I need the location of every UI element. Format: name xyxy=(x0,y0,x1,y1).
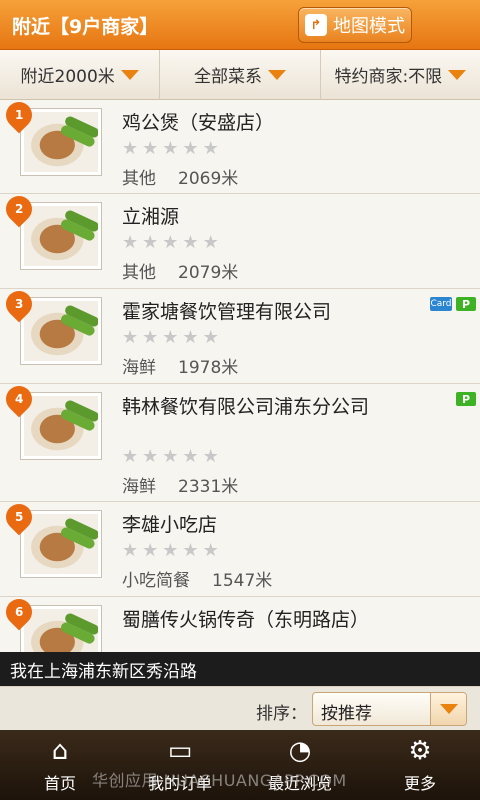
nav-more-label: 更多 xyxy=(403,774,436,793)
restaurant-thumbnail xyxy=(20,108,102,176)
badges: P xyxy=(456,392,476,406)
restaurant-meta: 小吃简餐 1547米 xyxy=(122,566,272,591)
filter-distance[interactable]: 附近2000米 xyxy=(0,50,161,99)
nav-more[interactable]: ⚙ 更多 xyxy=(360,730,480,800)
filter-cuisine[interactable]: 全部菜系 xyxy=(160,50,321,99)
restaurant-thumbnail xyxy=(20,392,102,460)
sort-select[interactable]: 按推荐 xyxy=(312,692,467,726)
map-mode-button[interactable]: ↱ 地图模式 xyxy=(298,7,412,43)
sort-value: 按推荐 xyxy=(321,704,372,724)
page-title: 附近【9户商家】 xyxy=(12,16,159,38)
filter-distance-label: 附近2000米 xyxy=(20,67,115,87)
nav-home-label: 首页 xyxy=(43,774,76,793)
map-mode-label: 地图模式 xyxy=(333,16,405,37)
chevron-down-icon[interactable] xyxy=(430,693,466,725)
parking-badge: P xyxy=(456,392,476,406)
home-icon: ⌂ xyxy=(51,736,69,766)
category-label: 其他 xyxy=(122,169,156,189)
sort-bar: 排序： 按推荐 xyxy=(0,686,480,730)
restaurant-name: 韩林餐饮有限公司浦东分公司 xyxy=(122,396,370,418)
filter-bar: 附近2000米 全部菜系 特约商家:不限 xyxy=(0,50,480,100)
distance-label: 2069米 xyxy=(178,169,239,189)
distance-label: 2079米 xyxy=(178,263,239,283)
restaurant-thumbnail xyxy=(20,202,102,270)
restaurant-name: 鸡公煲（安盛店） xyxy=(122,112,275,134)
list-item[interactable]: 2 立湘源 ★ ★ ★ ★ ★ 其他 2079米 xyxy=(0,190,480,289)
restaurant-meta: 其他 2079米 xyxy=(122,258,238,283)
category-label: 其他 xyxy=(122,263,156,283)
restaurant-name: 蜀膳传火锅传奇（东明路店） xyxy=(122,609,370,631)
filter-merchant[interactable]: 特约商家:不限 xyxy=(321,50,480,99)
restaurant-name: 霍家塘餐饮管理有限公司 xyxy=(122,301,332,323)
badges: Card P xyxy=(430,297,476,311)
restaurant-meta: 其他 2069米 xyxy=(122,164,238,189)
dropdown-arrow-icon xyxy=(267,69,286,80)
watermark: 华创应用 HUACHUANGAPP.COM xyxy=(92,771,347,790)
list-item[interactable]: 4 韩林餐饮有限公司浦东分公司 P ★ ★ ★ ★ ★ 海鲜 2331米 xyxy=(0,380,480,502)
restaurant-thumbnail xyxy=(20,510,102,578)
list-item[interactable]: 3 霍家塘餐饮管理有限公司 Card P ★ ★ ★ ★ ★ 海鲜 1978米 xyxy=(0,285,480,384)
rating-stars: ★ ★ ★ ★ ★ xyxy=(122,232,219,253)
list-item[interactable]: 6 蜀膳传火锅传奇（东明路店） xyxy=(0,593,480,652)
distance-label: 2331米 xyxy=(178,477,239,497)
card-badge: Card xyxy=(430,297,452,311)
map-icon: ↱ xyxy=(305,14,327,36)
category-label: 小吃简餐 xyxy=(122,571,190,591)
restaurant-meta: 海鲜 1978米 xyxy=(122,353,238,378)
filter-merchant-label: 特约商家:不限 xyxy=(334,67,443,87)
rating-stars: ★ ★ ★ ★ ★ xyxy=(122,540,219,561)
filter-cuisine-label: 全部菜系 xyxy=(193,67,262,87)
category-label: 海鲜 xyxy=(122,358,156,378)
rating-stars: ★ ★ ★ ★ ★ xyxy=(122,327,219,348)
rating-stars: ★ ★ ★ ★ ★ xyxy=(122,138,219,159)
rating-stars: ★ ★ ★ ★ ★ xyxy=(122,446,219,467)
history-icon: ◔ xyxy=(288,736,312,766)
restaurant-thumbnail xyxy=(20,297,102,365)
list-item[interactable]: 5 李雄小吃店 ★ ★ ★ ★ ★ 小吃简餐 1547米 xyxy=(0,498,480,597)
list-item[interactable]: 1 鸡公煲（安盛店） ★ ★ ★ ★ ★ 其他 2069米 xyxy=(0,100,480,194)
dropdown-arrow-icon xyxy=(448,69,467,80)
sort-label: 排序： xyxy=(256,704,307,724)
restaurant-meta: 海鲜 2331米 xyxy=(122,472,238,497)
restaurant-name: 李雄小吃店 xyxy=(122,514,218,536)
header-bar: 附近【9户商家】 ↱ 地图模式 xyxy=(0,0,480,50)
restaurant-list[interactable]: 1 鸡公煲（安盛店） ★ ★ ★ ★ ★ 其他 2069米 2 立湘源 ★ ★ ★ ★ ★ 其他 2… xyxy=(0,100,480,652)
distance-label: 1547米 xyxy=(212,571,273,591)
dropdown-arrow-icon xyxy=(120,69,139,80)
category-label: 海鲜 xyxy=(122,477,156,497)
gears-icon: ⚙ xyxy=(408,736,432,766)
restaurant-name: 立湘源 xyxy=(122,206,180,228)
parking-badge: P xyxy=(456,297,476,311)
distance-label: 1978米 xyxy=(178,358,239,378)
current-location-bar: 我在上海浦东新区秀沿路 xyxy=(0,652,480,686)
folder-icon: ▭ xyxy=(167,736,193,766)
